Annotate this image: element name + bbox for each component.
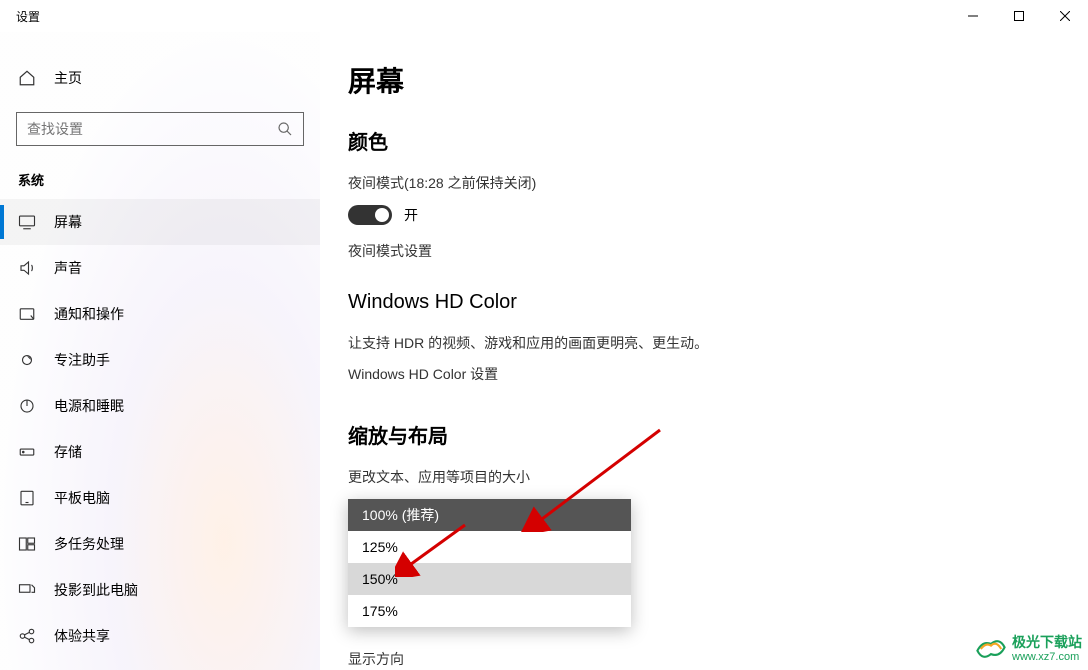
project-icon xyxy=(18,581,36,599)
storage-icon xyxy=(18,443,36,461)
window-controls xyxy=(950,0,1088,32)
night-mode-toggle[interactable] xyxy=(348,205,392,225)
power-icon xyxy=(18,397,36,415)
watermark-logo-icon xyxy=(974,632,1008,666)
home-label: 主页 xyxy=(54,68,82,88)
night-mode-label: 夜间模式(18:28 之前保持关闭) xyxy=(348,173,1064,193)
sidebar-item-sound[interactable]: 声音 xyxy=(0,245,320,291)
multitask-icon xyxy=(18,535,36,553)
sidebar-item-label: 电源和睡眠 xyxy=(54,396,124,416)
scale-label: 更改文本、应用等项目的大小 xyxy=(348,467,1064,487)
scale-dropdown[interactable]: 100% (推荐) 125% 150% 175% xyxy=(348,499,631,627)
sidebar-section-label: 系统 xyxy=(0,160,320,199)
maximize-button[interactable] xyxy=(996,0,1042,32)
page-title: 屏幕 xyxy=(348,60,1064,100)
sound-icon xyxy=(18,259,36,277)
watermark-text-en: www.xz7.com xyxy=(1012,651,1082,663)
window-title: 设置 xyxy=(16,8,40,25)
home-icon xyxy=(18,69,36,87)
sidebar-item-label: 通知和操作 xyxy=(54,304,124,324)
display-icon xyxy=(18,213,36,231)
scale-option-100[interactable]: 100% (推荐) xyxy=(348,499,631,531)
watermark: 极光下载站 www.xz7.com xyxy=(974,632,1082,666)
section-hd-heading: Windows HD Color xyxy=(348,291,1064,314)
hd-settings-link[interactable]: Windows HD Color 设置 xyxy=(348,364,1064,384)
night-mode-toggle-row: 开 xyxy=(348,205,1064,225)
sidebar-item-share[interactable]: 体验共享 xyxy=(0,613,320,659)
watermark-text-cn: 极光下载站 xyxy=(1012,635,1082,650)
notification-icon xyxy=(18,305,36,323)
focus-icon xyxy=(18,351,36,369)
search-box[interactable] xyxy=(16,112,304,146)
sidebar-item-tablet[interactable]: 平板电脑 xyxy=(0,475,320,521)
sidebar-item-storage[interactable]: 存储 xyxy=(0,429,320,475)
sidebar-item-display[interactable]: 屏幕 xyxy=(0,199,320,245)
sidebar: 主页 系统 屏幕 声音 通知和操作 专注助手 电源和睡眠 xyxy=(0,32,320,670)
sidebar-item-focus[interactable]: 专注助手 xyxy=(0,337,320,383)
minimize-button[interactable] xyxy=(950,0,996,32)
sidebar-item-label: 屏幕 xyxy=(54,212,82,232)
search-icon xyxy=(277,121,293,137)
share-icon xyxy=(18,627,36,645)
orientation-label: 显示方向 xyxy=(348,649,1064,669)
sidebar-item-label: 投影到此电脑 xyxy=(54,580,138,600)
sidebar-item-label: 专注助手 xyxy=(54,350,110,370)
sidebar-item-multitask[interactable]: 多任务处理 xyxy=(0,521,320,567)
sidebar-item-label: 体验共享 xyxy=(54,626,110,646)
sidebar-item-label: 多任务处理 xyxy=(54,534,124,554)
scale-option-175[interactable]: 175% xyxy=(348,595,631,627)
sidebar-item-power[interactable]: 电源和睡眠 xyxy=(0,383,320,429)
tablet-icon xyxy=(18,489,36,507)
sidebar-item-label: 存储 xyxy=(54,442,82,462)
section-color-heading: 颜色 xyxy=(348,126,1064,155)
toggle-state-label: 开 xyxy=(404,205,418,225)
scale-option-150[interactable]: 150% xyxy=(348,563,631,595)
sidebar-item-notifications[interactable]: 通知和操作 xyxy=(0,291,320,337)
hd-description: 让支持 HDR 的视频、游戏和应用的画面更明亮、更生动。 xyxy=(348,332,1064,354)
search-input[interactable] xyxy=(27,121,277,137)
sidebar-item-label: 声音 xyxy=(54,258,82,278)
night-mode-settings-link[interactable]: 夜间模式设置 xyxy=(348,241,1064,261)
sidebar-item-label: 平板电脑 xyxy=(54,488,110,508)
close-button[interactable] xyxy=(1042,0,1088,32)
home-link[interactable]: 主页 xyxy=(0,60,320,96)
sidebar-item-project[interactable]: 投影到此电脑 xyxy=(0,567,320,613)
section-scale-heading: 缩放与布局 xyxy=(348,420,1064,449)
titlebar: 设置 xyxy=(0,0,1088,32)
content-area: 屏幕 颜色 夜间模式(18:28 之前保持关闭) 开 夜间模式设置 Window… xyxy=(348,60,1064,670)
scale-option-125[interactable]: 125% xyxy=(348,531,631,563)
